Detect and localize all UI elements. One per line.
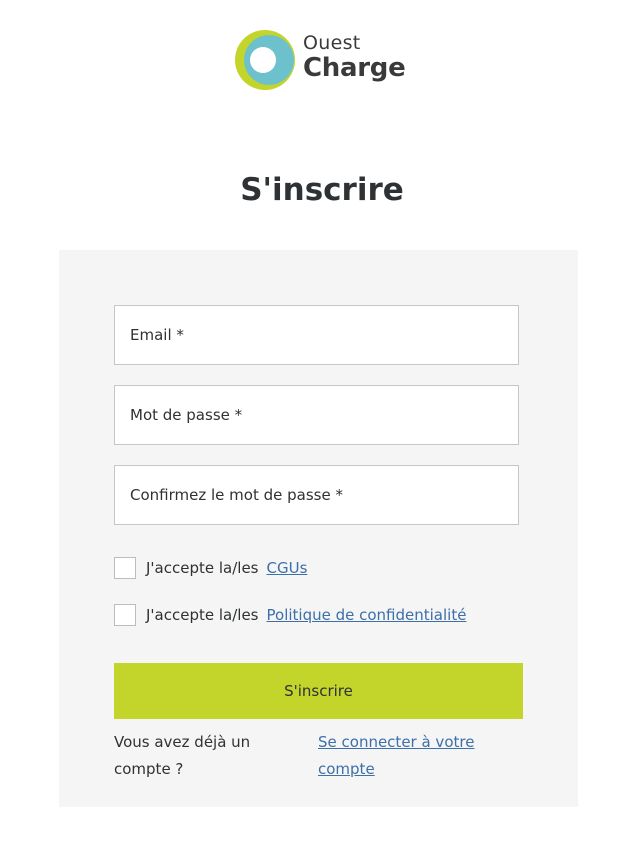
terms-prefix: J'accepte la/les [146,559,259,577]
confirm-password-field[interactable]: Confirmez le mot de passe * [114,465,519,525]
page-title: S'inscrire [240,172,404,208]
password-input[interactable] [115,386,518,444]
brand-name-line2: Charge [303,53,406,83]
brand-name: Ouest Charge [303,32,406,83]
signup-form-panel: Email * Mot de passe * Confirmez le mot … [59,250,578,807]
email-input[interactable] [115,306,518,364]
terms-checkbox[interactable] [114,557,136,579]
privacy-row: J'accepte la/les Politique de confidenti… [114,603,466,627]
password-field[interactable]: Mot de passe * [114,385,519,445]
privacy-policy-link[interactable]: Politique de confidentialité [267,606,467,624]
signup-button[interactable]: S'inscrire [114,663,523,719]
brand-logo[interactable]: Ouest Charge [233,28,413,92]
login-link[interactable]: Se connecter à votre compte [318,729,518,783]
privacy-prefix: J'accepte la/les [146,606,259,624]
privacy-checkbox[interactable] [114,604,136,626]
brand-name-line1: Ouest [303,32,361,54]
already-account-text: Vous avez déjà un compte ? [114,733,251,778]
terms-row: J'accepte la/les CGUs [114,556,307,580]
terms-link[interactable]: CGUs [267,559,308,577]
ouest-charge-logo-icon [235,30,295,90]
email-field[interactable]: Email * [114,305,519,365]
confirm-password-input[interactable] [115,466,518,524]
